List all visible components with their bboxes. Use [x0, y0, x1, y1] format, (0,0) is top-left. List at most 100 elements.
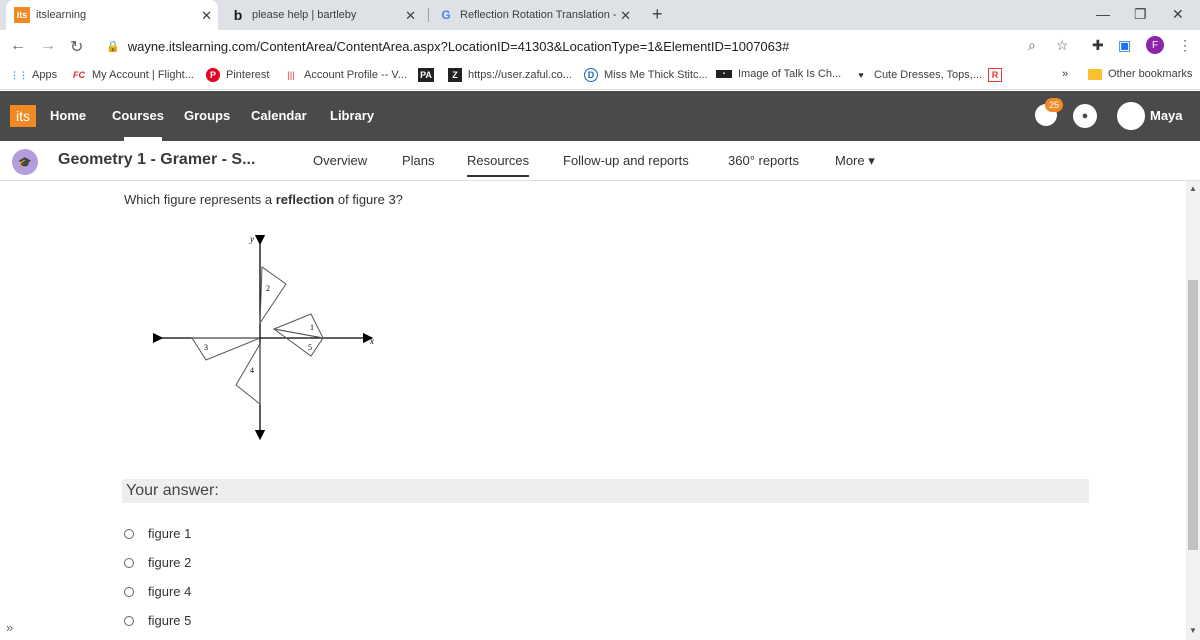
more-bookmarks-icon: » [1062, 68, 1069, 80]
user-name[interactable]: Maya [1150, 108, 1183, 123]
tab-divider [428, 8, 429, 22]
figure-1-label: 1 [310, 323, 314, 332]
bookmark-label: Image of Talk Is Ch... [738, 68, 842, 80]
figure-4-triangle [235, 342, 261, 406]
tab-google-search[interactable]: G Reflection Rotation Translation - ✕ [432, 0, 637, 30]
scroll-up-icon[interactable]: ▲ [1189, 184, 1197, 193]
other-bookmarks[interactable]: Other bookmarks [1088, 68, 1192, 80]
nav-groups[interactable]: Groups [184, 108, 230, 123]
minimize-icon[interactable]: — [1096, 6, 1110, 22]
option-figure-4[interactable]: figure 4 [124, 584, 191, 599]
bookmark-pa[interactable]: PA [418, 68, 440, 82]
nav-courses[interactable]: Courses [112, 108, 164, 123]
option-figure-2[interactable]: figure 2 [124, 555, 191, 570]
close-tab-icon[interactable]: ✕ [201, 8, 212, 24]
option-label: figure 5 [148, 613, 192, 628]
new-tab-icon[interactable]: + [652, 4, 663, 25]
tab-more[interactable]: More ▾ [835, 153, 875, 169]
app-navbar: its Home Courses Groups Calendar Library… [0, 91, 1200, 141]
bookmark-talk-is[interactable]: ▪ Image of Talk Is Ch... [716, 68, 841, 80]
close-tab-icon[interactable]: ✕ [405, 8, 416, 24]
question-keyword: reflection [275, 192, 335, 207]
lock-icon: 🔒 [106, 40, 120, 53]
tab-strip: its itslearning ✕ b please help | bartle… [0, 0, 1200, 30]
scrollbar-thumb[interactable] [1188, 280, 1198, 550]
radio-button[interactable] [124, 528, 134, 539]
logo-text: its [16, 108, 30, 124]
figure-4-label: 4 [250, 366, 254, 375]
reload-icon[interactable]: ↻ [70, 37, 83, 57]
back-icon[interactable]: ← [10, 37, 26, 55]
itslearning-logo[interactable]: its [10, 105, 36, 127]
tab-resources[interactable]: Resources [467, 153, 530, 177]
pa-icon: PA [418, 68, 434, 82]
restore-icon[interactable]: ❐ [1134, 6, 1147, 23]
bartleby-favicon-icon: b [233, 7, 243, 23]
address-bar[interactable]: 🔒 wayne.itslearning.com/ContentArea/Cont… [98, 34, 1082, 58]
cast-icon[interactable]: ▣ [1118, 37, 1131, 54]
figure-5-triangle [273, 328, 324, 357]
bookmark-account-profile[interactable]: ||| Account Profile -- V... [284, 68, 407, 82]
extension-icon[interactable]: ✚ [1092, 37, 1104, 54]
expand-sidebar-icon[interactable]: » [6, 620, 13, 635]
notification-count: 25 [1048, 100, 1059, 110]
question-text: Which figure represents a reflection of … [124, 192, 403, 207]
bookmark-label: https://user.zaful.co... [468, 69, 572, 81]
content-area: Which figure represents a reflection of … [0, 181, 1186, 640]
bookmark-cute-dresses[interactable]: ♥ Cute Dresses, Tops,... [854, 68, 982, 82]
scroll-down-icon[interactable]: ▼ [1189, 626, 1197, 635]
question-suffix: of figure 3? [334, 192, 403, 207]
tab-itslearning[interactable]: its itslearning ✕ [6, 0, 218, 30]
tab-plans[interactable]: Plans [402, 153, 435, 168]
messages-chat-icon[interactable]: ● [1073, 104, 1097, 128]
bookmark-star-icon[interactable]: ☆ [1056, 37, 1069, 54]
more-bookmarks-button[interactable]: » [1062, 68, 1068, 80]
option-figure-5[interactable]: figure 5 [124, 613, 191, 628]
bookmark-zaful[interactable]: Z https://user.zaful.co... [448, 68, 572, 82]
tab-label: please help | bartleby [252, 9, 357, 21]
radio-button[interactable] [124, 586, 134, 597]
bookmark-apps[interactable]: ⋮⋮ Apps [10, 68, 58, 82]
radio-button[interactable] [124, 615, 134, 626]
zoom-icon[interactable]: ⌕ [1028, 37, 1036, 54]
figure-3-triangle [191, 337, 261, 361]
fc-icon: FC [73, 70, 85, 80]
user-avatar[interactable] [1117, 102, 1145, 130]
close-tab-icon[interactable]: ✕ [620, 8, 631, 24]
menu-kebab-icon[interactable]: ⋮ [1178, 37, 1192, 54]
tab-follow-up-reports[interactable]: Follow-up and reports [563, 153, 689, 168]
figure-2-label: 2 [266, 284, 270, 293]
forward-icon[interactable]: → [40, 37, 56, 55]
nav-home[interactable]: Home [50, 108, 86, 123]
reflection-figure: y x 2 1 5 3 4 [152, 234, 374, 441]
heart-icon: ♥ [858, 70, 864, 80]
y-axis-label: y [249, 234, 254, 244]
tab-360-reports[interactable]: 360° reports [728, 153, 799, 168]
close-window-icon[interactable]: ✕ [1172, 6, 1184, 23]
option-figure-1[interactable]: figure 1 [124, 526, 191, 541]
pinterest-icon: P [206, 68, 220, 82]
bookmark-label: Miss Me Thick Stitc... [604, 69, 708, 81]
bookmark-r[interactable]: R [988, 68, 1008, 82]
nav-calendar[interactable]: Calendar [251, 108, 307, 123]
radio-button[interactable] [124, 557, 134, 568]
option-label: figure 4 [148, 584, 192, 599]
tab-overview[interactable]: Overview [313, 153, 367, 168]
bookmark-flight[interactable]: FC My Account | Flight... [72, 68, 194, 82]
r-icon: R [988, 68, 1002, 82]
figure-5-label: 5 [308, 343, 312, 352]
figure-3-label: 3 [204, 343, 208, 352]
question-prefix: Which figure represents a [124, 192, 276, 207]
bookmark-label: Cute Dresses, Tops,... [874, 69, 983, 81]
tab-bartleby[interactable]: b please help | bartleby ✕ [222, 0, 422, 30]
bookmark-label: Pinterest [226, 69, 270, 81]
bookmark-pinterest[interactable]: P Pinterest [206, 68, 269, 82]
bookmark-miss-me[interactable]: D Miss Me Thick Stitc... [584, 68, 708, 82]
bookmark-label: Apps [32, 69, 58, 81]
profile-avatar[interactable]: F [1146, 36, 1164, 54]
course-title[interactable]: Geometry 1 - Gramer - S... [58, 151, 255, 169]
bookmarks-bar: ⋮⋮ Apps FC My Account | Flight... P Pint… [0, 62, 1200, 90]
browser-toolbar: ← → ↻ 🔒 wayne.itslearning.com/ContentAre… [0, 30, 1200, 62]
itslearning-favicon-icon: its [14, 7, 30, 23]
nav-library[interactable]: Library [330, 108, 374, 123]
